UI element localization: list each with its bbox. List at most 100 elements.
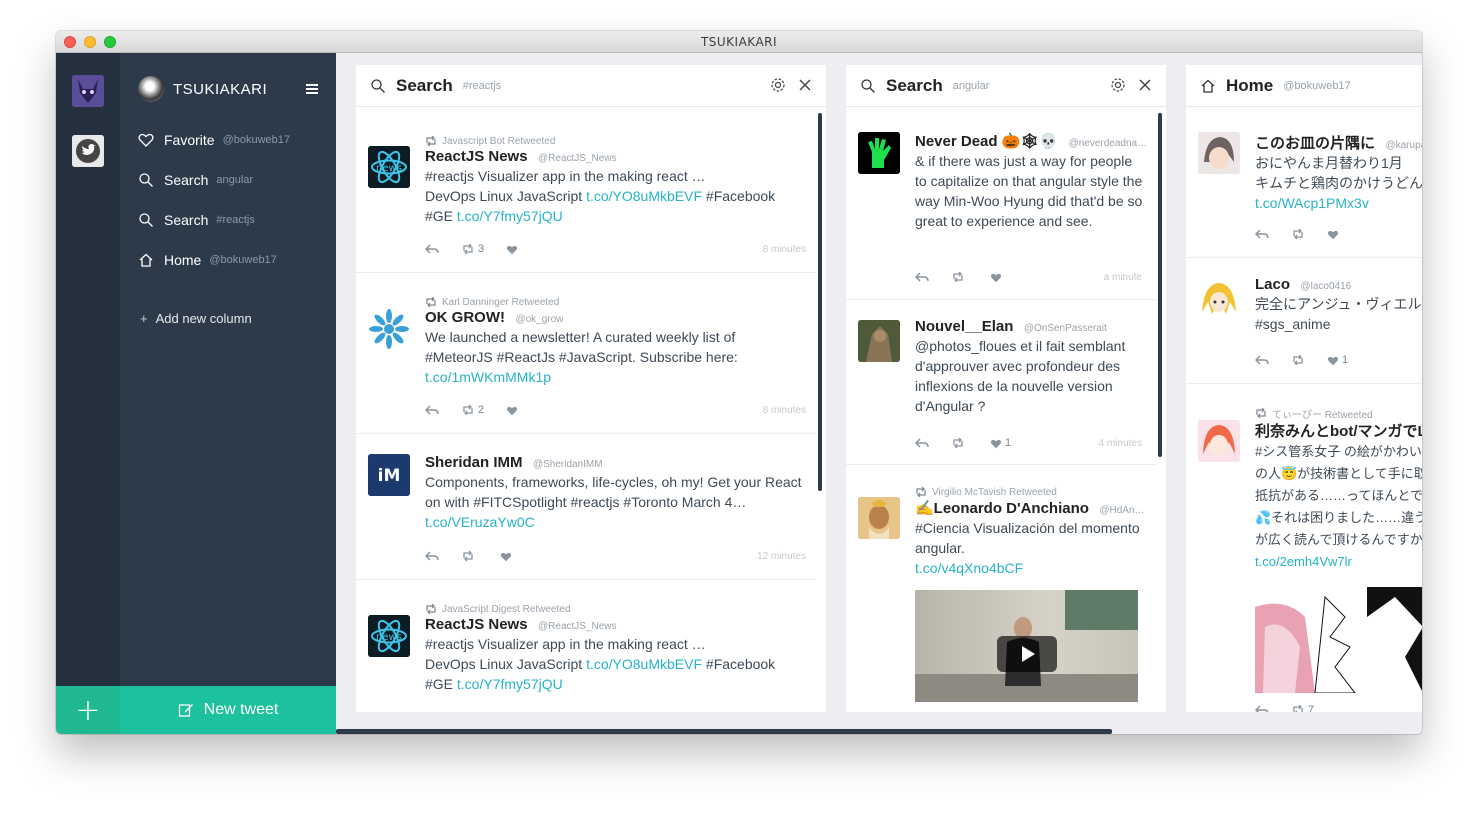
reply-button[interactable] [425, 244, 439, 254]
retweet-button[interactable]: 3 [461, 243, 484, 255]
minimize-window-button[interactable] [84, 36, 96, 48]
like-button[interactable] [1327, 229, 1339, 240]
tweet-item[interactable]: てぃーぴー Retweeted 利奈みんとbot/マンガでLin #シス管系女子… [1186, 384, 1422, 712]
tweet-author-name[interactable]: OK GROW! [425, 309, 505, 326]
tweet-link[interactable]: t.co/2emh4Vw7lr [1255, 554, 1352, 569]
close-icon[interactable] [1138, 78, 1152, 92]
tweet-link[interactable]: t.co/v4qXno4bCF [915, 560, 1023, 576]
column-scrollbar[interactable] [1158, 113, 1162, 457]
tweet-item[interactable]: Virgilio McTavish Retweeted ✍Leonardo D'… [846, 465, 1156, 712]
account-avatar-twitter[interactable] [72, 135, 104, 167]
tweet-author-name[interactable]: Laco [1255, 276, 1290, 293]
tweet-avatar[interactable] [1198, 420, 1240, 462]
tweet-avatar[interactable] [1198, 132, 1240, 174]
tweet-avatar[interactable]: news [368, 615, 410, 657]
account-avatar[interactable] [72, 75, 104, 107]
retweet-button[interactable]: 2 [461, 404, 484, 416]
reply-button[interactable] [1255, 705, 1269, 712]
close-window-button[interactable] [64, 36, 76, 48]
tweet-avatar[interactable] [858, 497, 900, 539]
tweet-item[interactable]: Laco @laco0416 完全にアンジュ・ヴィエルジ #sgs_anime … [1186, 258, 1422, 384]
tweet-media-image[interactable] [1255, 587, 1422, 693]
video-thumbnail [915, 590, 1138, 702]
tweet-author-name[interactable]: ReactJS News [425, 616, 528, 633]
tweet-link[interactable]: t.co/VEruzaYw0C [425, 514, 535, 530]
tweet-author-name[interactable]: Nouvel__Elan [915, 318, 1013, 335]
reply-button[interactable] [915, 438, 929, 448]
tweet-author-name[interactable]: Sheridan IMM [425, 454, 523, 471]
sidebar-item-label: Favorite [164, 132, 215, 148]
reply-button[interactable] [1255, 229, 1269, 239]
tweet-author-name[interactable]: Never Dead 🎃🕸💀 [915, 133, 1058, 150]
tweet-avatar[interactable] [368, 308, 410, 350]
retweet-button[interactable] [1291, 355, 1305, 365]
tweet-body: Never Dead 🎃🕸💀 @neverdeadna… & if there … [915, 132, 1146, 231]
tweet-item[interactable]: Never Dead 🎃🕸💀 @neverdeadna… & if there … [846, 108, 1156, 300]
reply-button[interactable] [425, 551, 439, 561]
tweet-item[interactable]: news Javascript Bot Retweeted ReactJS Ne… [356, 108, 816, 273]
tweet-link[interactable]: t.co/WAcp1PMx3v [1255, 195, 1369, 211]
reply-button[interactable] [1255, 355, 1269, 365]
sidebar-item-label: Search [164, 212, 209, 228]
retweet-button[interactable] [461, 551, 478, 561]
tweet-author-handle[interactable]: @laco0416 [1300, 281, 1351, 292]
maximize-window-button[interactable] [104, 36, 116, 48]
sidebar-item-home[interactable]: Home @bokuweb17 [138, 249, 277, 271]
add-account-button[interactable]: + [56, 686, 120, 734]
tweet-author-handle[interactable]: @SheridanIMM [533, 459, 603, 470]
sidebar-item-search-angular[interactable]: Search angular [138, 169, 253, 191]
like-button[interactable] [506, 244, 521, 255]
like-button[interactable] [500, 551, 515, 562]
tweet-avatar[interactable] [1198, 278, 1240, 320]
tweet-avatar[interactable] [858, 320, 900, 362]
like-button[interactable] [990, 272, 1005, 283]
tweet-author-handle[interactable]: @ReactJS_News [538, 153, 617, 164]
gear-icon[interactable] [770, 77, 786, 93]
tweet-item[interactable]: このお皿の片隅に @karupane おにやんま月替わり1月 キムチと鶏肉のかけ… [1186, 108, 1422, 258]
retweet-button[interactable] [951, 272, 968, 282]
sidebar-item-favorite[interactable]: Favorite @bokuweb17 [138, 129, 290, 151]
tweet-item[interactable]: Karl Danninger Retweeted OK GROW! @ok_gr… [356, 273, 816, 434]
manga-image [1255, 587, 1422, 693]
tweet-avatar[interactable] [858, 132, 900, 174]
horizontal-scrollbar[interactable] [336, 729, 1112, 734]
tweet-avatar[interactable]: news [368, 146, 410, 188]
sidebar-item-search-reactjs[interactable]: Search #reactjs [138, 209, 255, 231]
column-scrollbar[interactable] [818, 113, 822, 491]
tweet-author-handle[interactable]: @neverdeadna… [1069, 138, 1146, 149]
tweet-author-name[interactable]: このお皿の片隅に [1255, 135, 1375, 152]
like-button[interactable]: 1 [990, 437, 1011, 449]
tweet-author-name[interactable]: ✍Leonardo D'Anchiano [915, 500, 1089, 517]
reply-button[interactable] [425, 405, 439, 415]
retweet-button[interactable] [951, 438, 968, 448]
tweet-author-handle[interactable]: @ok_grow [515, 314, 563, 325]
tweet-author-name[interactable]: 利奈みんとbot/マンガでLin [1255, 423, 1422, 440]
like-button[interactable]: 1 [1327, 354, 1348, 366]
tweet-link[interactable]: t.co/YO8uMkbEVF [586, 656, 702, 672]
like-count: 1 [1342, 354, 1349, 366]
tweet-author-handle[interactable]: @karupane [1385, 140, 1422, 151]
menu-icon[interactable] [306, 84, 318, 94]
tweet-item[interactable]: news JavaScript Digest Retweeted ReactJS… [356, 580, 816, 712]
tweet-actions: 7 [1255, 702, 1422, 712]
tweet-item[interactable]: iM Sheridan IMM @SheridanIMM Components,… [356, 434, 816, 580]
retweet-button[interactable]: 7 [1291, 704, 1314, 712]
tweet-media-video[interactable] [915, 590, 1138, 702]
gear-icon[interactable] [1110, 77, 1126, 93]
tweet-link[interactable]: t.co/Y7fmy57jQU [457, 676, 563, 692]
like-button[interactable] [506, 405, 521, 416]
tweet-link[interactable]: t.co/Y7fmy57jQU [457, 208, 563, 224]
tweet-author-handle[interactable]: @OnSenPasserait [1024, 323, 1107, 334]
tweet-avatar[interactable]: iM [368, 454, 410, 496]
new-tweet-button[interactable]: New tweet [120, 686, 336, 734]
tweet-author-handle[interactable]: @HdAn… [1099, 505, 1144, 516]
tweet-link[interactable]: t.co/YO8uMkbEVF [586, 188, 702, 204]
tweet-author-handle[interactable]: @ReactJS_News [538, 621, 617, 632]
tweet-item[interactable]: Nouvel__Elan @OnSenPasserait @photos_flo… [846, 300, 1156, 465]
tweet-author-name[interactable]: ReactJS News [425, 148, 528, 165]
close-icon[interactable] [798, 78, 812, 92]
retweet-button[interactable] [1291, 229, 1305, 239]
tweet-link[interactable]: t.co/1mWKmMMk1p [425, 369, 551, 385]
reply-button[interactable] [915, 272, 929, 282]
add-column-button[interactable]: + Add new column [140, 311, 252, 326]
